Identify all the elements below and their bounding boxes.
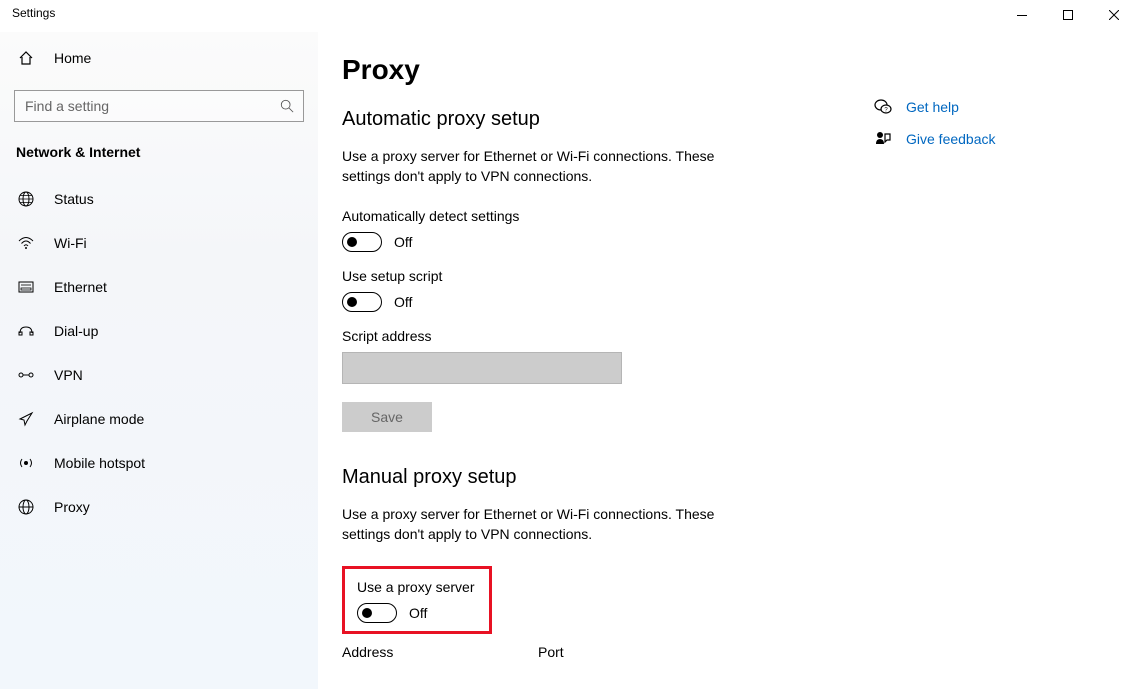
sidebar-item-ethernet[interactable]: Ethernet [0,268,318,306]
globe-icon [16,191,36,207]
sidebar-item-hotspot[interactable]: Mobile hotspot [0,444,318,482]
maximize-button[interactable] [1045,0,1091,30]
sidebar-item-airplane[interactable]: Airplane mode [0,400,318,438]
detect-settings-toggle[interactable] [342,232,382,252]
sidebar-item-label: Proxy [54,499,90,515]
sidebar-item-label: Mobile hotspot [54,455,145,471]
sidebar-item-label: Airplane mode [54,411,144,427]
use-proxy-state: Off [409,605,427,621]
sidebar: Home Network & Internet Status Wi-Fi [0,32,318,689]
get-help-text: Get help [906,99,959,115]
feedback-link[interactable]: Give feedback [874,130,996,148]
sidebar-item-dialup[interactable]: Dial-up [0,312,318,350]
minimize-icon [1017,15,1027,16]
get-help-link[interactable]: ? Get help [874,98,996,116]
titlebar: Settings [0,0,1137,32]
home-button[interactable]: Home [0,40,318,76]
wifi-icon [16,235,36,251]
window-controls [999,0,1137,30]
sidebar-item-wifi[interactable]: Wi-Fi [0,224,318,262]
close-button[interactable] [1091,0,1137,30]
sidebar-item-proxy[interactable]: Proxy [0,488,318,526]
sidebar-item-label: Status [54,191,94,207]
use-proxy-toggle[interactable] [357,603,397,623]
dialup-icon [16,324,36,338]
address-label: Address [342,644,522,660]
home-label: Home [54,50,91,66]
proxy-icon [16,499,36,515]
setup-script-toggle[interactable] [342,292,382,312]
close-icon [1109,10,1119,20]
script-address-input [342,352,622,384]
maximize-icon [1063,10,1073,20]
save-button: Save [342,402,432,432]
auto-section-title: Automatic proxy setup [342,108,862,131]
hotspot-icon [16,455,36,471]
sidebar-item-label: Wi-Fi [54,235,87,251]
script-address-label: Script address [342,328,862,344]
category-title: Network & Internet [0,138,318,166]
airplane-icon [16,411,36,427]
search-input[interactable] [14,90,304,122]
detect-settings-state: Off [394,234,412,250]
feedback-icon [874,130,894,148]
chat-help-icon: ? [874,98,894,116]
setup-script-state: Off [394,294,412,310]
home-icon [16,50,36,66]
vpn-icon [16,369,36,381]
window-title: Settings [12,6,55,20]
setup-script-label: Use setup script [342,268,862,284]
manual-section-title: Manual proxy setup [342,466,862,489]
manual-section-desc: Use a proxy server for Ethernet or Wi-Fi… [342,505,762,544]
feedback-text: Give feedback [906,131,996,147]
sidebar-item-label: Ethernet [54,279,107,295]
sidebar-item-label: Dial-up [54,323,98,339]
use-proxy-highlight: Use a proxy server Off [342,566,492,634]
sidebar-item-vpn[interactable]: VPN [0,356,318,394]
page-title: Proxy [342,54,862,86]
minimize-button[interactable] [999,0,1045,30]
port-label: Port [538,644,618,660]
content-area: Proxy Automatic proxy setup Use a proxy … [318,32,1137,689]
sidebar-item-status[interactable]: Status [0,180,318,218]
sidebar-item-label: VPN [54,367,83,383]
use-proxy-label: Use a proxy server [357,579,477,595]
detect-settings-label: Automatically detect settings [342,208,862,224]
auto-section-desc: Use a proxy server for Ethernet or Wi-Fi… [342,147,762,186]
ethernet-icon [16,281,36,293]
